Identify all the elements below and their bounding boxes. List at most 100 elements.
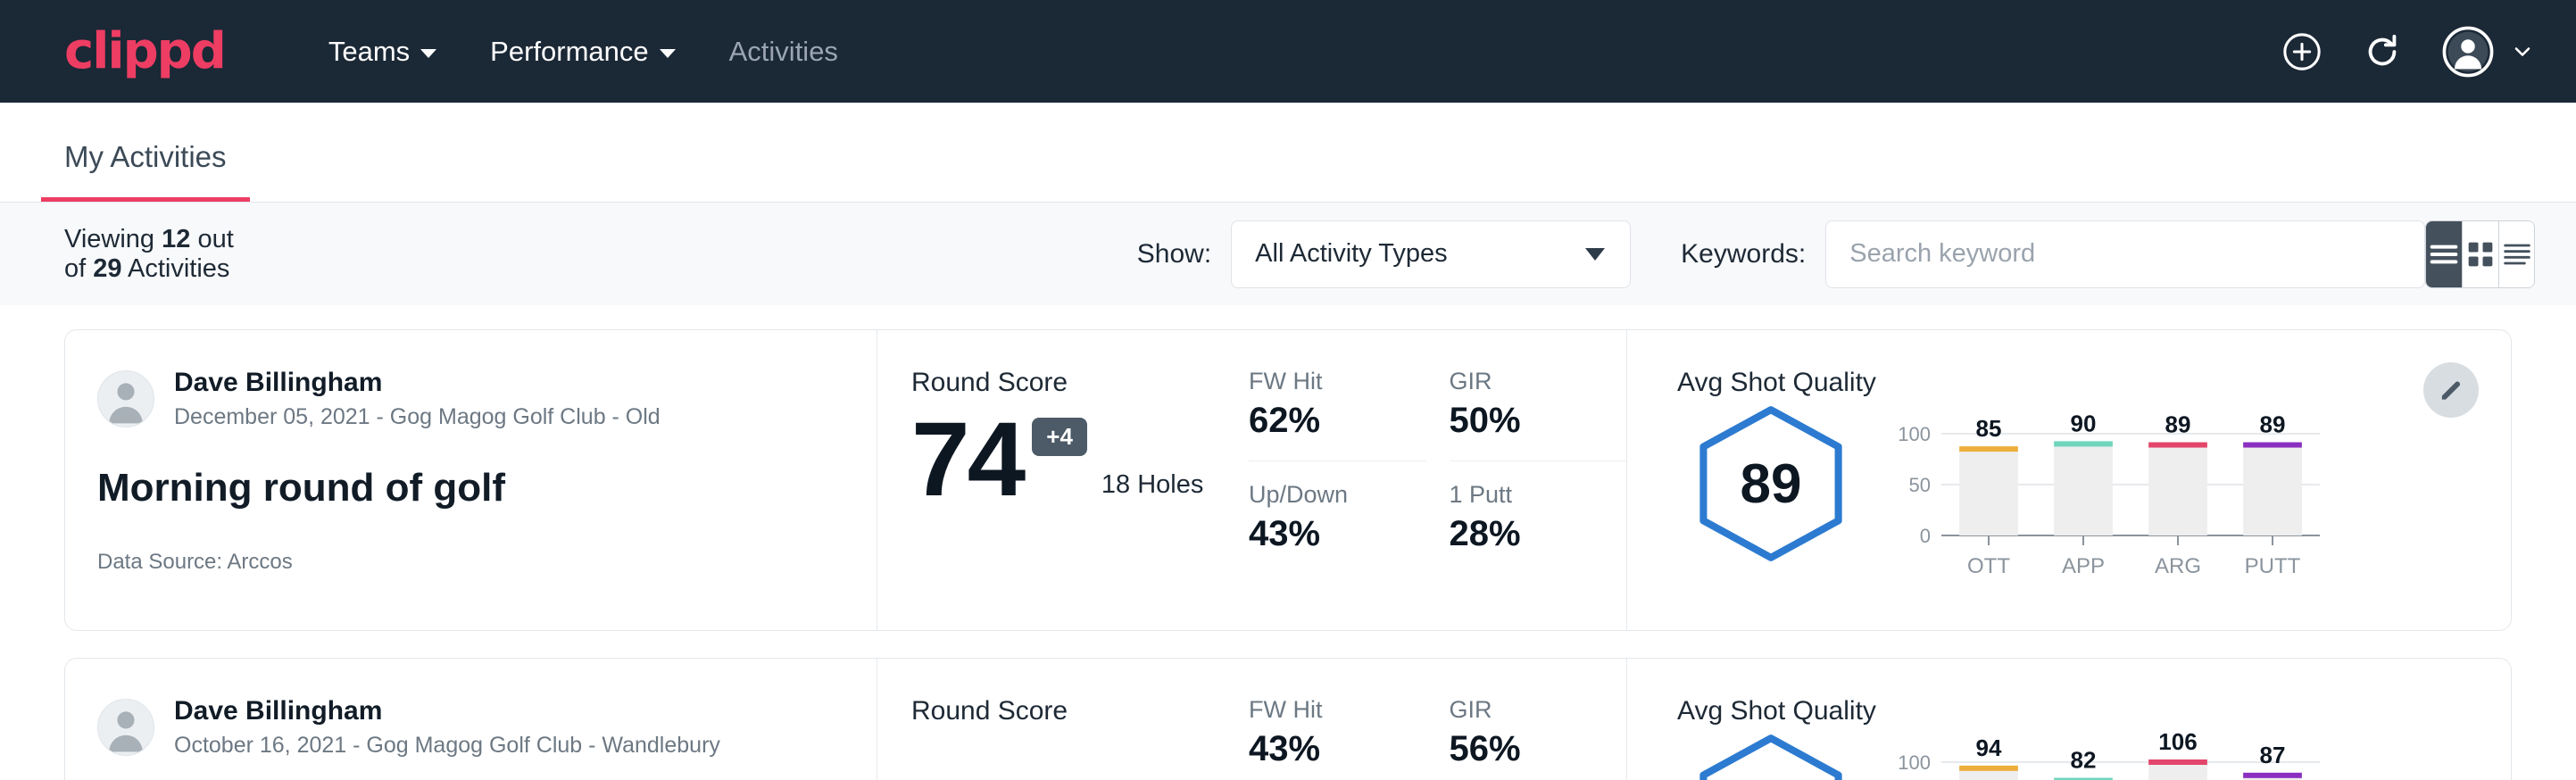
stat-value: 62% [1249,401,1391,441]
filter-bar: Viewing 12 out of 29 Activities Show: Al… [0,203,2576,305]
shot-quality-hexagon-wrap: 89 [1677,403,1865,564]
bar [2148,445,2207,535]
activity-info-column: Dave Billingham October 16, 2021 - Gog M… [65,659,877,780]
nav-item-performance[interactable]: Performance [463,36,702,68]
stat-label: 1 Putt [1450,481,1591,509]
refresh-icon [2362,31,2403,72]
search-input[interactable] [1825,220,2425,288]
bar-chart-svg: 05010094OTT82APP106ARG87PUTT [1890,732,2327,780]
x-axis-category-label: APP [2062,554,2105,578]
bar-value-label: 89 [2260,411,2286,438]
person-row: Dave Billingham December 05, 2021 - Gog … [97,368,877,430]
chevron-down-icon [660,49,676,58]
activity-info-column: Dave Billingham December 05, 2021 - Gog … [65,330,877,630]
tab-my-activities[interactable]: My Activities [41,140,250,202]
view-mode-toggle [2425,220,2535,288]
stat-value: 28% [1450,514,1591,554]
bar-value-label: 94 [1976,734,2002,761]
activity-card[interactable]: Dave Billingham December 05, 2021 - Gog … [64,329,2512,631]
view-mode-compact-button[interactable] [2499,221,2535,287]
score-differential-badge: +4 [1032,418,1087,456]
round-score-label: Round Score [911,368,1234,398]
y-axis-tick-label: 0 [1920,525,1931,547]
refresh-button[interactable] [2362,31,2403,72]
shot-quality-value: 89 [1688,403,1854,564]
data-source: Data Source: Arccos [97,550,877,575]
y-axis-tick-label: 100 [1898,751,1931,774]
round-score-row: 74 +4 18 Holes [911,407,1234,512]
chevron-down-icon [2510,39,2535,64]
bar-value-label: 89 [2165,411,2191,438]
activity-title: Morning round of golf [97,466,877,510]
stat-value: 43% [1249,514,1391,554]
activity-subtitle: October 16, 2021 - Gog Magog Golf Club -… [174,733,720,759]
shot-quality-bar-chart: 05010094OTT82APP106ARG87PUTT [1890,732,2327,780]
tab-bar: My Activities [0,103,2576,203]
activity-subtitle: December 05, 2021 - Gog Magog Golf Club … [174,404,661,430]
keywords-label: Keywords: [1681,239,1806,270]
bar [2054,444,2113,535]
compact-view-icon [2499,236,2535,272]
activity-type-value: All Activity Types [1255,239,1447,269]
bar-value-label: 87 [2260,742,2286,768]
shot-quality-row: 89 05010085OTT90APP89ARG89PUTT [1677,403,2511,582]
nav-item-performance-label: Performance [490,36,648,68]
viewing-suffix: Activities [128,254,229,283]
chevron-down-icon [1585,248,1605,261]
stat-value: 50% [1450,401,1591,441]
activity-type-select[interactable]: All Activity Types [1231,220,1631,288]
viewing-prefix: Viewing [64,225,154,253]
bar-cap [2243,443,2302,448]
main-nav: Teams Performance Activities [302,36,865,68]
bar-cap [2054,441,2113,446]
avatar [97,370,154,427]
edit-activity-button[interactable] [2423,362,2479,418]
viewing-count: 12 [162,225,190,253]
stat-label: Up/Down [1249,481,1391,509]
bar-cap [2243,773,2302,778]
grid-view-icon [2463,236,2498,272]
stat-value: 56% [1450,729,1591,769]
view-mode-grid-button[interactable] [2463,221,2499,287]
bar-cap [2148,443,2207,448]
shot-quality-hexagon: 89 [1688,403,1854,564]
shot-quality-column: Avg Shot Quality 89 05010085OTT90APP89AR… [1627,330,2511,630]
viewing-total: 29 [93,254,121,283]
view-mode-list-button[interactable] [2426,221,2463,287]
holes-count: 18 Holes [1101,470,1203,500]
nav-item-activities-label: Activities [729,36,838,68]
shot-quality-column: Avg Shot Quality 05010094OTT82APP106ARG8… [1627,659,2511,780]
y-axis-tick-label: 50 [1909,474,1931,496]
round-score-label: Round Score [911,696,1234,726]
nav-item-activities[interactable]: Activities [702,36,865,68]
stat-label: GIR [1450,368,1591,395]
stat-gir: GIR 50% [1450,368,1627,461]
stat-fw-hit: FW Hit 43% [1249,696,1426,780]
shot-quality-bar-chart: 05010085OTT90APP89ARG89PUTT [1890,403,2327,582]
account-menu[interactable] [2442,26,2535,78]
top-navbar: clippd Teams Performance Activities [0,0,2576,103]
user-avatar-icon [2442,26,2494,78]
round-score-column: Round Score [877,659,1234,780]
person-text: Dave Billingham December 05, 2021 - Gog … [174,368,661,430]
bar-value-label: 90 [2071,410,2097,436]
bar [2243,445,2302,535]
app-logo[interactable]: clippd [64,27,225,77]
nav-item-teams-label: Teams [328,36,410,68]
stat-fw-hit: FW Hit 62% [1249,368,1426,461]
shot-quality-hexagon [1688,732,1854,780]
activity-card-list: Dave Billingham December 05, 2021 - Gog … [0,329,2576,780]
activity-card[interactable]: Dave Billingham October 16, 2021 - Gog M… [64,658,2512,780]
person-text: Dave Billingham October 16, 2021 - Gog M… [174,696,720,759]
user-avatar-icon [98,699,154,755]
hexagon-icon [1688,732,1854,780]
show-label: Show: [1137,239,1211,270]
add-button[interactable] [2281,31,2323,72]
bar-chart-svg: 05010085OTT90APP89ARG89PUTT [1890,403,2327,582]
bar-value-label: 85 [1976,415,2002,442]
bar-cap [2148,759,2207,765]
avg-shot-quality-label: Avg Shot Quality [1677,696,2511,726]
shot-quality-hexagon-wrap [1677,732,1865,780]
stat-label: FW Hit [1249,696,1391,724]
nav-item-teams[interactable]: Teams [302,36,463,68]
